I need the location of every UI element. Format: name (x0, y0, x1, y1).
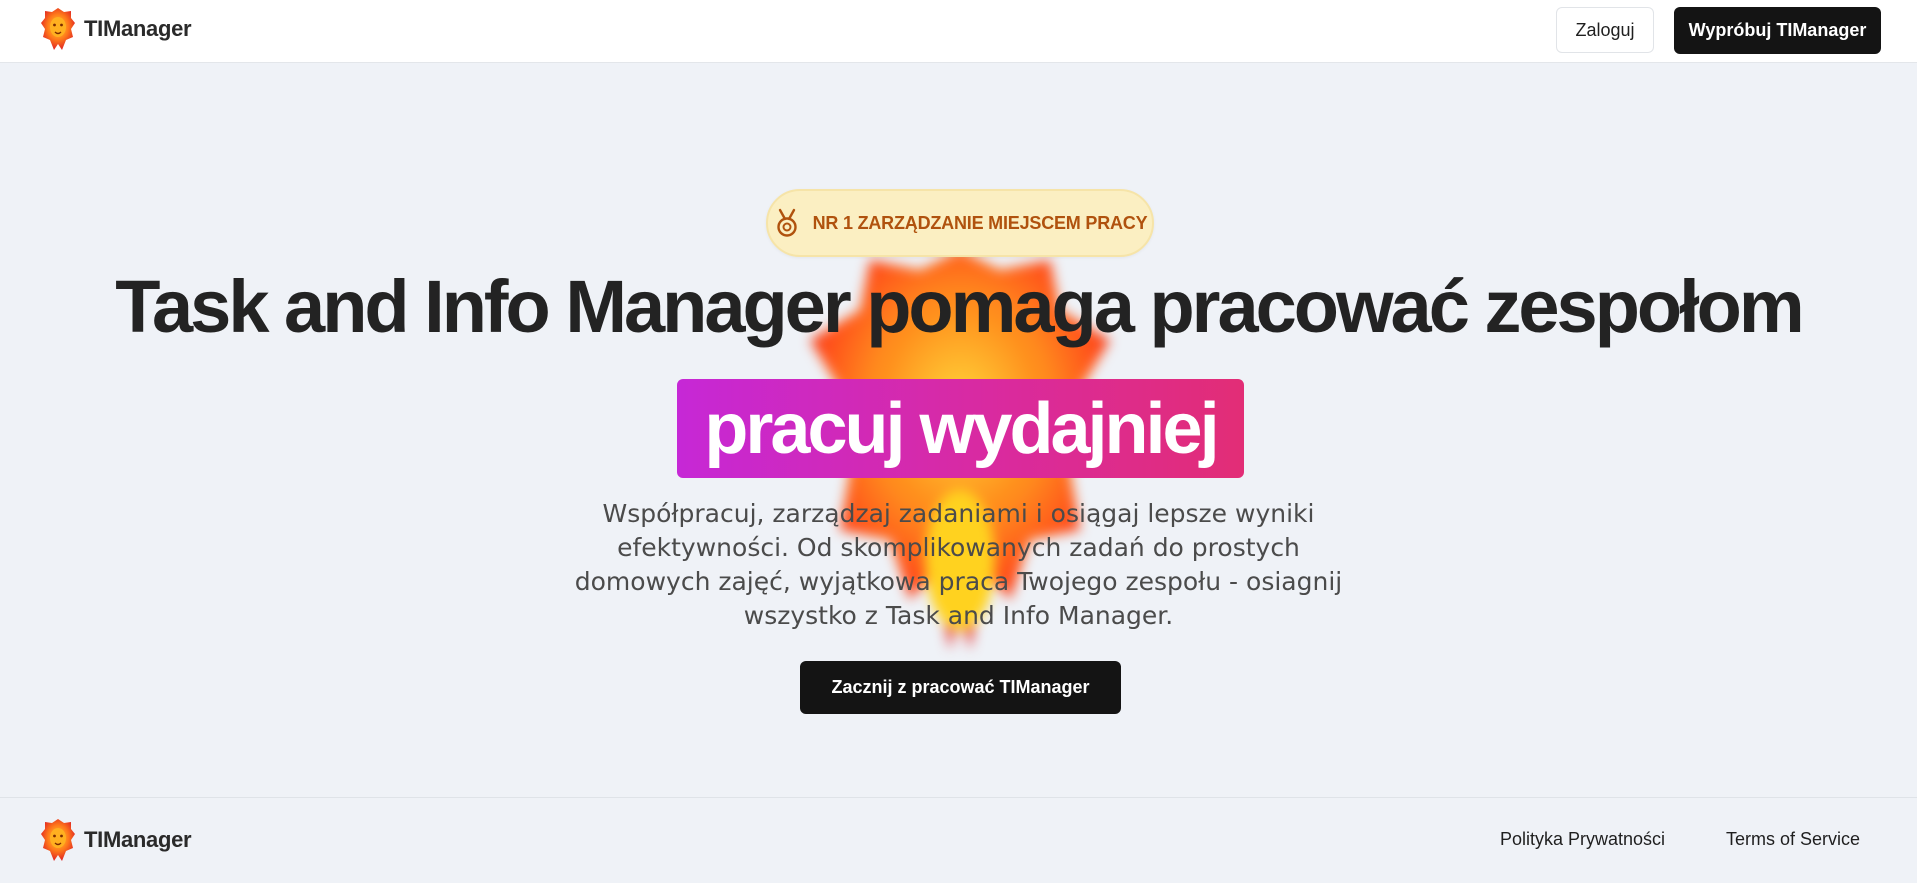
privacy-policy-link[interactable]: Polityka Prywatności (1500, 829, 1665, 850)
top-navbar: TIManager Zaloguj Wypróbuj TIManager (0, 0, 1917, 63)
footer-brand-name: TIManager (84, 827, 192, 852)
badge-text: NR 1 ZARZĄDZANIE MIEJSCEM PRACY (812, 212, 1148, 233)
try-timanager-button[interactable]: Wypróbuj TIManager (1674, 7, 1881, 54)
hero-highlight-text: pracuj wydajniej (704, 388, 1219, 469)
hero-headline: Task and Info Manager pomaga pracować ze… (115, 265, 1804, 348)
hero-highlight: pracuj wydajniej (677, 379, 1244, 478)
terms-of-service-link[interactable]: Terms of Service (1726, 829, 1860, 850)
top-rank-badge: NR 1 ZARZĄDZANIE MIEJSCEM PRACY (766, 189, 1154, 257)
get-started-button[interactable]: Zacznij z pracować TIManager (800, 661, 1121, 714)
brand-home-link[interactable]: TIManager (40, 6, 192, 52)
footer-brand-link[interactable]: TIManager (40, 817, 192, 863)
lion-logo-icon (41, 8, 75, 50)
lion-logo-icon (41, 819, 75, 861)
hero-description: Współpracuj, zarządzaj zadaniami i osiąg… (574, 499, 1343, 630)
login-button[interactable]: Zaloguj (1556, 7, 1654, 53)
medal-icon (776, 208, 797, 237)
brand-name: TIManager (84, 16, 192, 41)
